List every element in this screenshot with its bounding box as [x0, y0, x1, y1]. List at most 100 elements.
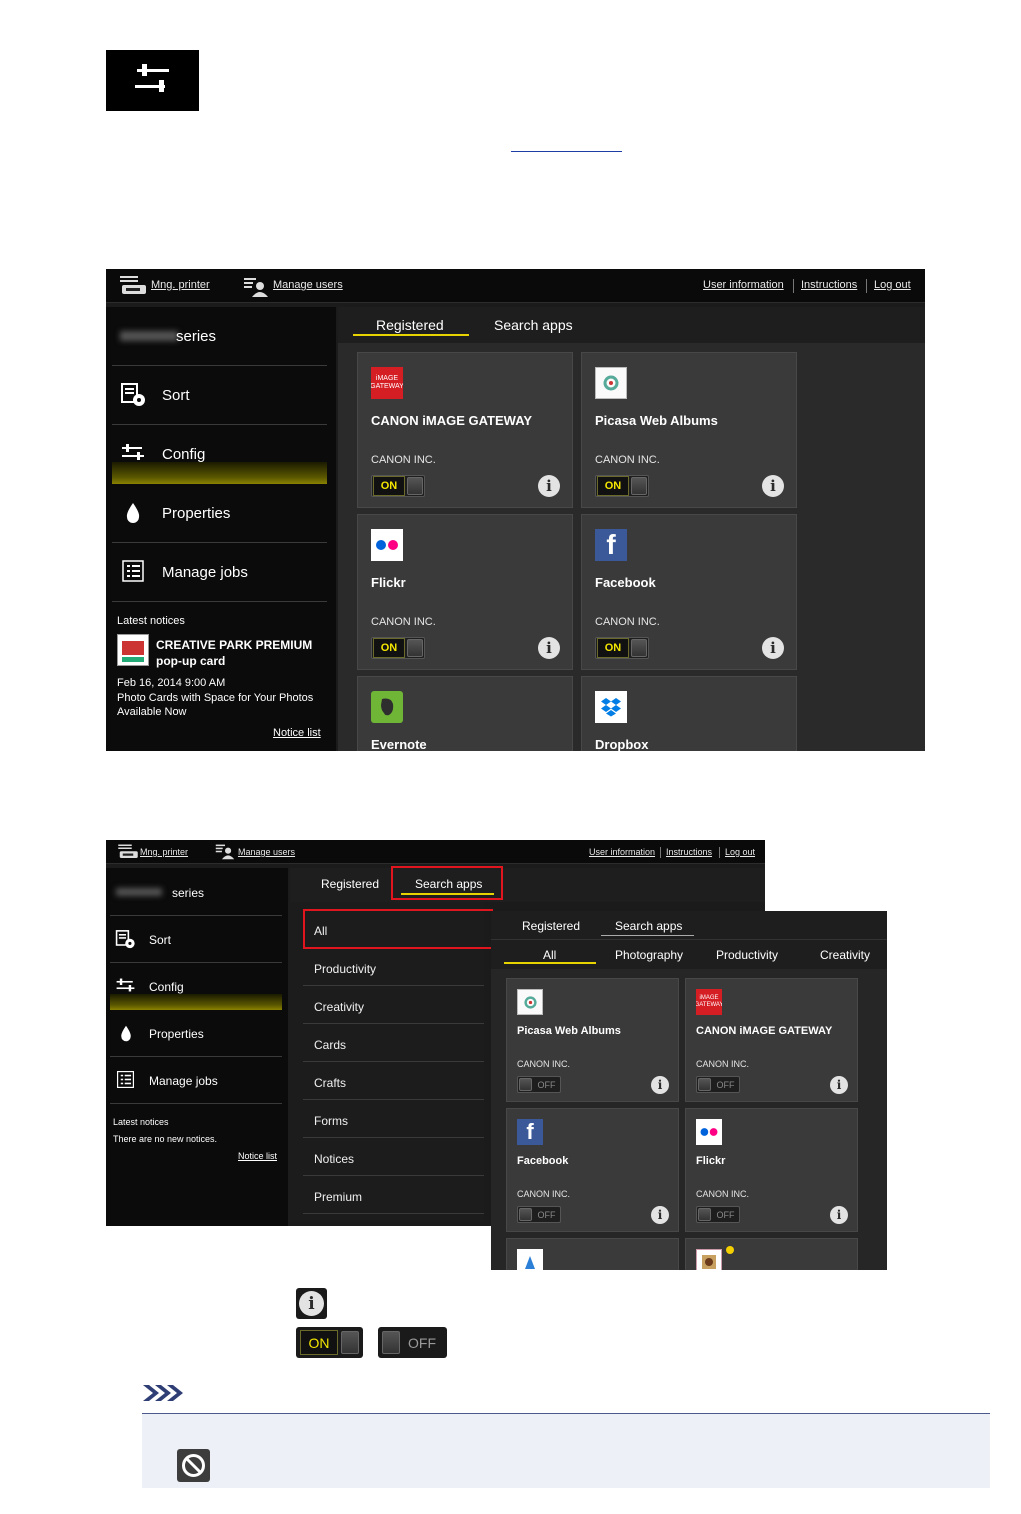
app-card[interactable]: Evernote: [357, 676, 573, 751]
instructions-link[interactable]: Instructions: [666, 847, 712, 857]
app-card[interactable]: Picasa Web Albums CANON INC. ON i: [581, 352, 797, 508]
category-item[interactable]: Crafts: [303, 1062, 484, 1100]
user-information-link[interactable]: User information: [589, 847, 655, 857]
app-publisher: CANON INC.: [696, 1059, 750, 1069]
info-icon[interactable]: i: [651, 1206, 669, 1224]
sidebar-item-properties[interactable]: Properties: [112, 484, 327, 543]
sidebar-label-manage-jobs: Manage jobs: [162, 564, 248, 581]
app-card[interactable]: [506, 1238, 679, 1270]
mng-printer-link[interactable]: Mng. printer: [140, 847, 188, 857]
category-item[interactable]: Productivity: [303, 948, 484, 986]
notice-list-link[interactable]: Notice list: [238, 1151, 277, 1161]
app-name: CANON iMAGE GATEWAY: [696, 1025, 833, 1037]
ink-drop-icon: [121, 1025, 131, 1042]
sidebar-item-properties[interactable]: Properties: [110, 1010, 282, 1057]
info-icon[interactable]: i: [830, 1206, 848, 1224]
app-toggle[interactable]: OFF: [517, 1206, 561, 1223]
user-information-link[interactable]: User information: [703, 279, 784, 291]
sidebar-item-sort[interactable]: Sort: [112, 366, 327, 425]
picasa-icon: [517, 989, 543, 1015]
sidebar-item-manage-jobs[interactable]: Manage jobs: [110, 1057, 282, 1104]
latest-notices-heading: Latest notices: [117, 615, 185, 627]
sidebar-item-config[interactable]: Config: [112, 425, 327, 484]
app-card[interactable]: Dropbox: [581, 676, 797, 751]
info-icon[interactable]: i: [830, 1076, 848, 1094]
printer-series-label: series: [172, 886, 205, 900]
app-toggle[interactable]: OFF: [696, 1076, 740, 1093]
filter-all[interactable]: All: [543, 948, 556, 962]
app-toggle[interactable]: ON: [595, 637, 649, 659]
category-item[interactable]: Creativity: [303, 986, 484, 1024]
toggle-off-sample: OFF: [381, 1330, 444, 1355]
category-item[interactable]: Notices: [303, 1138, 484, 1176]
app-toggle[interactable]: OFF: [517, 1076, 561, 1093]
notice-date: Feb 16, 2014 9:00 AM: [117, 677, 226, 689]
app-card[interactable]: f Facebook CANON INC. OFF i: [506, 1108, 679, 1232]
tab-registered[interactable]: Registered: [522, 919, 580, 933]
app-toggle[interactable]: ON: [595, 475, 649, 497]
app-name: CANON iMAGE GATEWAY: [371, 413, 533, 428]
app-publisher: CANON INC.: [371, 616, 436, 628]
toggle-knob: [382, 1331, 400, 1354]
app-toggle[interactable]: ON: [371, 637, 425, 659]
latest-notices-heading: Latest notices: [113, 1117, 169, 1127]
info-icon[interactable]: i: [651, 1076, 669, 1094]
filter-photography[interactable]: Photography: [615, 948, 683, 962]
app-toggle[interactable]: ON: [371, 475, 425, 497]
app-card[interactable]: f Facebook CANON INC. ON i: [581, 514, 797, 670]
filter-creativity[interactable]: Creativity: [820, 948, 870, 962]
toggle-label: OFF: [716, 1209, 735, 1220]
tab-search-apps[interactable]: Search apps: [494, 317, 573, 333]
filter-productivity[interactable]: Productivity: [716, 948, 778, 962]
category-item[interactable]: Forms: [303, 1100, 484, 1138]
hidden-link-underline[interactable]: [511, 151, 622, 152]
category-item[interactable]: Cards: [303, 1024, 484, 1062]
log-out-link[interactable]: Log out: [725, 847, 755, 857]
sidebar-item-manage-jobs[interactable]: Manage jobs: [112, 543, 327, 602]
app-card[interactable]: Flickr CANON INC. ON i: [357, 514, 573, 670]
app-panel: Registered Search apps iMAGE GATEWAY CANO…: [338, 307, 925, 751]
notice-title-line1[interactable]: CREATIVE PARK PREMIUM: [156, 638, 312, 652]
info-icon[interactable]: i: [538, 475, 560, 497]
toggle-knob: [519, 1208, 532, 1221]
top-bar: Mng. printer Manage users User informati…: [106, 269, 925, 303]
manage-users-link[interactable]: Manage users: [273, 279, 343, 291]
info-icon: i: [299, 1291, 324, 1316]
manage-users-link[interactable]: Manage users: [238, 847, 295, 857]
info-icon[interactable]: i: [762, 475, 784, 497]
app-publisher: CANON INC.: [595, 454, 660, 466]
category-menu: All Productivity Creativity Cards Crafts…: [288, 902, 484, 1222]
ink-drop-icon: [126, 503, 140, 523]
notice-list-link[interactable]: Notice list: [273, 727, 321, 739]
sidebar-item-sort[interactable]: Sort: [110, 916, 282, 963]
sidebar-label-manage-jobs: Manage jobs: [149, 1074, 218, 1088]
app-name: Flickr: [696, 1155, 726, 1167]
toggle-label: ON: [300, 1330, 338, 1355]
toggle-label: OFF: [408, 1334, 436, 1351]
info-icon[interactable]: i: [762, 637, 784, 659]
tab-registered[interactable]: Registered: [321, 877, 379, 891]
notice-title-line2[interactable]: pop-up card: [156, 654, 225, 668]
mng-printer-link[interactable]: Mng. printer: [151, 279, 210, 291]
app-card[interactable]: Flickr CANON INC. OFF i: [685, 1108, 858, 1232]
tab-search-apps[interactable]: Search apps: [615, 919, 682, 933]
sidebar-label-sort: Sort: [149, 933, 172, 947]
app-card[interactable]: Picasa Web Albums CANON INC. OFF i: [506, 978, 679, 1102]
toggle-knob: [698, 1208, 711, 1221]
printer-series-header: series: [110, 868, 282, 916]
instructions-link[interactable]: Instructions: [801, 279, 857, 291]
sidebar-item-config[interactable]: Config: [110, 963, 282, 1010]
canon-image-gateway-icon: iMAGE GATEWAY: [371, 367, 403, 399]
app-card[interactable]: iMAGE GATEWAY CANON iMAGE GATEWAY CANON I…: [685, 978, 858, 1102]
no-notices-text: There are no new notices.: [113, 1134, 218, 1144]
info-icon[interactable]: i: [538, 637, 560, 659]
app-card[interactable]: iMAGE GATEWAY CANON iMAGE GATEWAY CANON I…: [357, 352, 573, 508]
category-item[interactable]: Premium: [303, 1176, 484, 1214]
log-out-link[interactable]: Log out: [874, 279, 911, 291]
app-name: Facebook: [595, 575, 656, 590]
sidebar-label-properties: Properties: [162, 505, 231, 522]
tab-registered[interactable]: Registered: [376, 317, 444, 333]
app-card[interactable]: [685, 1238, 858, 1270]
app-toggle[interactable]: OFF: [696, 1206, 740, 1223]
category-label: Crafts: [314, 1076, 347, 1090]
